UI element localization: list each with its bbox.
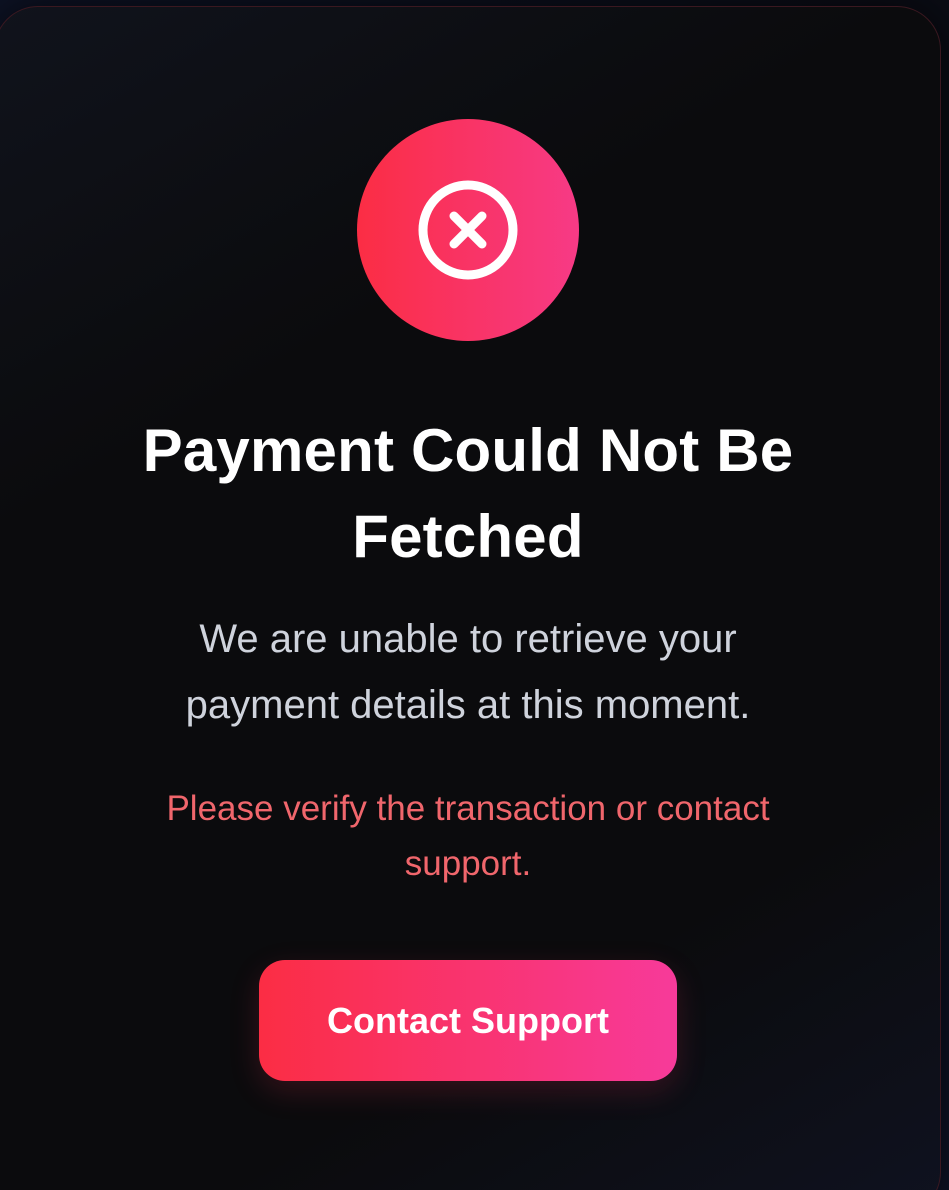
error-message: We are unable to retrieve your payment d… — [185, 617, 751, 727]
circle-x-icon — [418, 180, 518, 280]
error-title: Payment Could Not Be Fetched — [142, 417, 794, 570]
contact-support-button[interactable]: Contact Support — [259, 960, 677, 1081]
page-background: Payment Could Not Be Fetched We are unab… — [0, 0, 949, 1190]
error-icon-badge — [357, 119, 579, 341]
error-hint: Please verify the transaction or contact… — [166, 789, 770, 883]
